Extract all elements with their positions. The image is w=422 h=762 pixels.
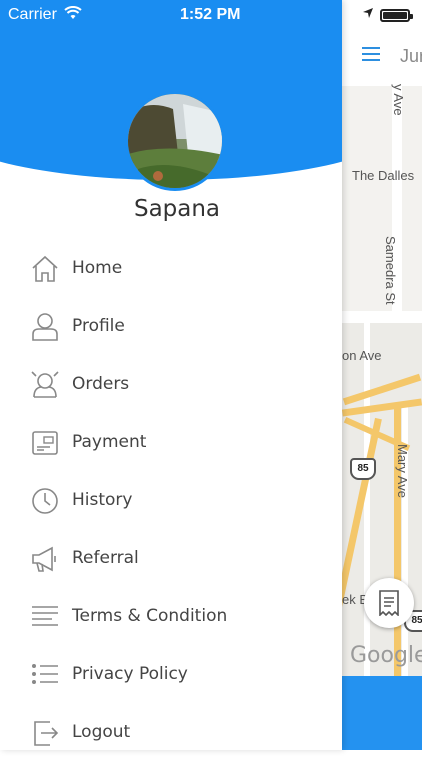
menu-item-label: History bbox=[72, 490, 133, 510]
profile-icon bbox=[30, 312, 60, 342]
menu-item-label: Terms & Condition bbox=[72, 606, 228, 626]
logout-icon bbox=[30, 718, 60, 748]
payment-icon bbox=[30, 428, 60, 458]
battery-icon bbox=[380, 9, 413, 22]
receipt-button[interactable] bbox=[364, 578, 414, 628]
menu-item-label: Payment bbox=[72, 432, 147, 452]
menu-item-home[interactable]: Home bbox=[0, 240, 342, 298]
location-arrow-icon bbox=[362, 6, 374, 24]
map-street-label: on Ave bbox=[342, 348, 382, 363]
map-street-label: Mary Ave bbox=[395, 444, 410, 498]
menu-item-orders[interactable]: Orders bbox=[0, 356, 342, 414]
menu-item-referral[interactable]: Referral bbox=[0, 530, 342, 588]
menu-item-history[interactable]: History bbox=[0, 472, 342, 530]
menu-item-logout[interactable]: Logout bbox=[0, 704, 342, 762]
hamburger-menu-icon[interactable] bbox=[362, 47, 380, 61]
map-area-label: The Dalles bbox=[352, 168, 415, 183]
map-top-title: Jur bbox=[400, 46, 422, 66]
orders-icon bbox=[30, 370, 60, 400]
menu-item-terms[interactable]: Terms & Condition bbox=[0, 588, 342, 646]
user-name: Sapana bbox=[133, 196, 221, 222]
menu-item-label: Privacy Policy bbox=[72, 664, 188, 684]
receipt-icon bbox=[378, 590, 400, 621]
map-street-label: Samedra St bbox=[383, 236, 398, 305]
home-icon bbox=[30, 254, 60, 284]
menu-item-privacy-policy[interactable]: Privacy Policy bbox=[0, 646, 342, 704]
google-attribution: Google bbox=[350, 643, 422, 668]
map-bottom-bar[interactable] bbox=[342, 676, 422, 750]
menu-item-label: Logout bbox=[72, 722, 131, 742]
menu-item-label: Profile bbox=[72, 316, 125, 336]
menu-item-payment[interactable]: Payment bbox=[0, 414, 342, 472]
map-street-label: y Ave bbox=[391, 84, 406, 116]
status-bar: Carrier 1:52 PM bbox=[0, 0, 422, 30]
menu-item-label: Orders bbox=[72, 374, 130, 394]
menu-item-label: Referral bbox=[72, 548, 139, 568]
avatar[interactable] bbox=[125, 91, 225, 191]
status-time: 1:52 PM bbox=[180, 6, 241, 23]
list-icon bbox=[30, 660, 60, 690]
highway-shield: 85 bbox=[350, 458, 376, 480]
clock-icon bbox=[30, 486, 60, 516]
wifi-icon bbox=[64, 6, 82, 25]
megaphone-icon bbox=[30, 544, 60, 574]
menu-item-profile[interactable]: Profile bbox=[0, 298, 342, 356]
map-panel[interactable]: Jur y Ave The Dalles Samedra St on Ave M… bbox=[342, 0, 422, 750]
navigation-drawer: Sapana Home Profile Orders Payment Histo… bbox=[0, 0, 342, 750]
lines-icon bbox=[30, 602, 60, 632]
menu-item-label: Home bbox=[72, 258, 123, 278]
carrier-label: Carrier bbox=[8, 6, 57, 23]
